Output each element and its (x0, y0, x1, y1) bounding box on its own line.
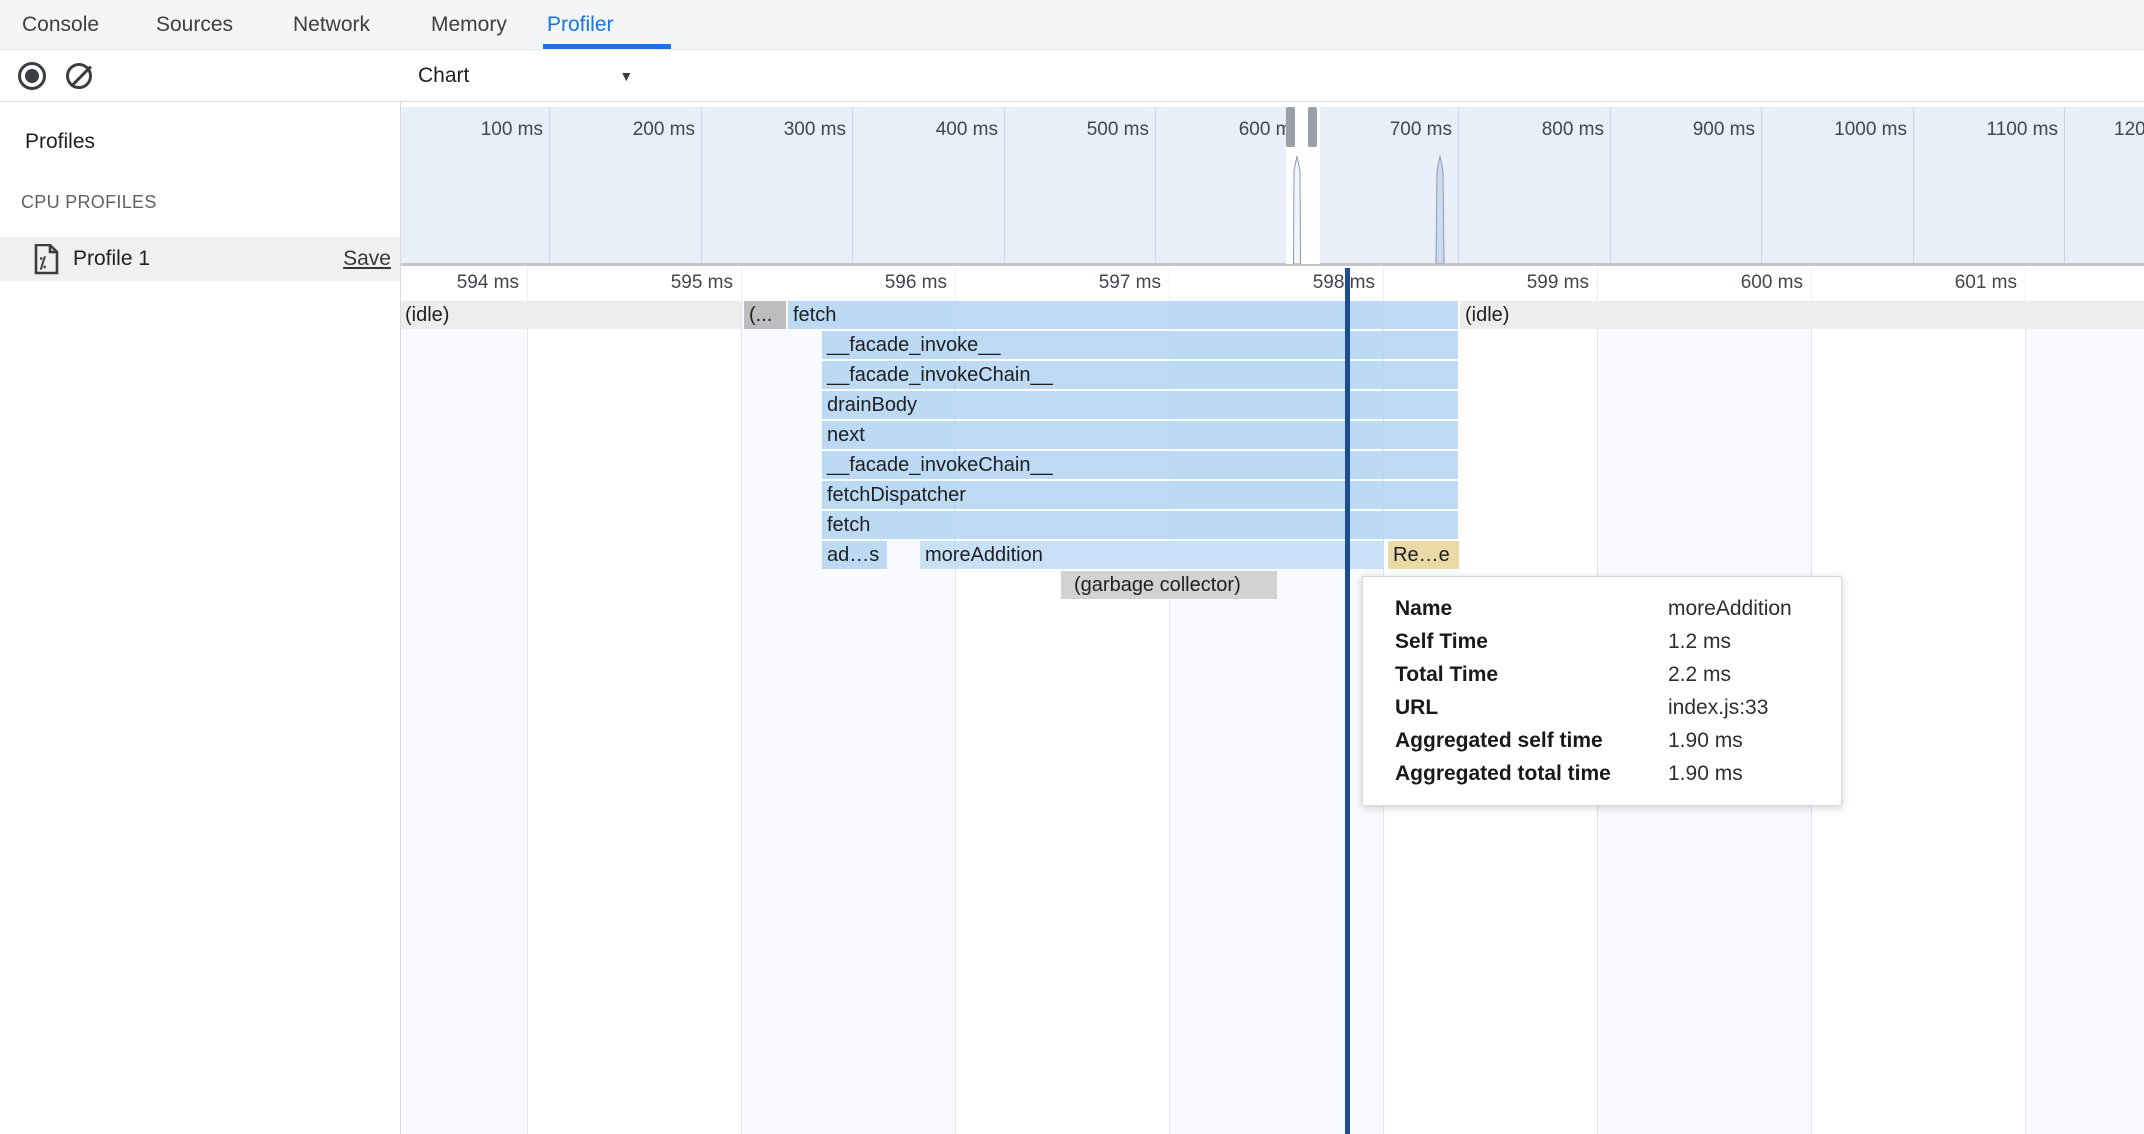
cpu-activity-spike (1434, 155, 1446, 264)
flame-frame[interactable]: ad…s (822, 541, 887, 569)
tooltip-row-label: Name (1395, 592, 1668, 625)
tooltip-row-value: index.js:33 (1668, 691, 1821, 724)
time-ruler: 594 ms 595 ms 596 ms 597 ms 598 ms 599 ms 600 … (400, 266, 2144, 300)
tooltip-row-label: Self Time (1395, 625, 1668, 658)
tab-sources[interactable]: Sources (156, 0, 233, 49)
flame-chart-panel: 100 ms200 ms300 ms400 ms500 ms600 ms700 … (400, 0, 2144, 1134)
flame-frame[interactable]: next (822, 421, 1458, 449)
tooltip-row: Aggregated total time1.90 ms (1395, 757, 1821, 790)
cpu-profiles-section-label: CPU PROFILES (21, 192, 157, 213)
ruler-gridline (1811, 266, 1812, 300)
flame-frame[interactable]: drainBody (822, 391, 1458, 419)
profiles-heading: Profiles (25, 130, 95, 154)
ruler-gridline (741, 266, 742, 300)
flame-frame[interactable]: fetch (788, 301, 1458, 329)
flame-chart[interactable]: (idle)(...fetch(idle)__facade_invoke____… (400, 300, 2144, 1134)
flame-column-tint (2025, 300, 2144, 1134)
flame-gridline (741, 300, 742, 1134)
ruler-tick-label: 600 ms (1653, 271, 1803, 295)
profiler-toolbar: Chart ▼ (0, 50, 2144, 102)
tooltip-row-label: Aggregated total time (1395, 757, 1668, 790)
flame-frame[interactable]: __facade_invokeChain__ (822, 361, 1458, 389)
tab-console[interactable]: Console (22, 0, 99, 49)
ruler-tick-label: 597 ms (1011, 271, 1161, 295)
save-profile-link[interactable]: Save (343, 237, 391, 281)
ruler-gridline (1383, 266, 1384, 300)
clear-profiles-button[interactable] (66, 63, 92, 89)
overview-gridline (2064, 107, 2065, 264)
profile-document-icon: ⁒ (34, 244, 59, 275)
ruler-tick-label: 594 ms (400, 271, 519, 295)
tooltip-row-label: URL (1395, 691, 1668, 724)
ruler-gridline (527, 266, 528, 300)
flame-frame[interactable]: fetchDispatcher (822, 481, 1458, 509)
flame-gridline (2025, 300, 2026, 1134)
ruler-tick-label: 599 ms (1439, 271, 1589, 295)
ruler-tick-label: 601 ms (1867, 271, 2017, 295)
flame-frame[interactable]: (garbage collector) (1061, 571, 1277, 599)
view-mode-select[interactable]: Chart ▼ (418, 50, 633, 101)
devtools-window: ConsoleSourcesNetworkMemoryProfiler Char… (0, 0, 2144, 1134)
selection-handle-right[interactable] (1308, 107, 1317, 147)
playhead-line[interactable] (1345, 268, 1350, 1134)
tooltip-row: URLindex.js:33 (1395, 691, 1821, 724)
dropdown-caret-icon: ▼ (619, 51, 633, 102)
overview-tick-label: 400 ms (848, 118, 998, 142)
tooltip-row: Total Time2.2 ms (1395, 658, 1821, 691)
ruler-gridline (1597, 266, 1598, 300)
flame-gridline (527, 300, 528, 1134)
frame-tooltip: NamemoreAdditionSelf Time1.2 msTotal Tim… (1362, 576, 1842, 806)
timeline-overview[interactable]: 100 ms200 ms300 ms400 ms500 ms600 ms700 … (400, 107, 2144, 264)
profiles-sidebar: Profiles CPU PROFILES ⁒ Profile 1 Save (0, 102, 400, 1134)
tooltip-row-value: 2.2 ms (1668, 658, 1821, 691)
svg-text:⁒: ⁒ (39, 255, 46, 272)
ruler-tick-label: 596 ms (797, 271, 947, 295)
overview-tick-label: 900 ms (1605, 118, 1755, 142)
flame-frame[interactable]: __facade_invokeChain__ (822, 451, 1458, 479)
profile-name: Profile 1 (73, 237, 150, 281)
ruler-gridline (2025, 266, 2026, 300)
tooltip-row: Aggregated self time1.90 ms (1395, 724, 1821, 757)
tooltip-row-value: 1.90 ms (1668, 757, 1821, 790)
flame-column-tint (400, 300, 527, 1134)
tab-network[interactable]: Network (293, 0, 370, 49)
overview-tick-label: 600 ms (1151, 118, 1301, 142)
flame-frame[interactable]: (... (744, 301, 786, 329)
ruler-tick-label: 598 ms (1225, 271, 1375, 295)
tooltip-row-value: moreAddition (1668, 592, 1821, 625)
ruler-gridline (1169, 266, 1170, 300)
selection-handle-left[interactable] (1286, 107, 1295, 147)
overview-tick-label: 1100 ms (1908, 118, 2058, 142)
flame-frame[interactable]: __facade_invoke__ (822, 331, 1458, 359)
ruler-tick-label: 595 ms (583, 271, 733, 295)
ruler-gridline (955, 266, 956, 300)
overview-tick-label: 800 ms (1454, 118, 1604, 142)
overview-tick-label: 300 ms (696, 118, 846, 142)
sidebar-divider (400, 49, 401, 1134)
record-profile-button[interactable] (18, 62, 46, 90)
flame-frame[interactable]: (idle) (1460, 301, 2144, 329)
tooltip-row: Self Time1.2 ms (1395, 625, 1821, 658)
profile-list-item[interactable]: ⁒ Profile 1 Save (0, 237, 400, 281)
overview-tick-label: 700 ms (1302, 118, 1452, 142)
overview-tick-label: 200 ms (545, 118, 695, 142)
overview-tick-label: 100 ms (400, 118, 543, 142)
tooltip-row-label: Total Time (1395, 658, 1668, 691)
tooltip-row: NamemoreAddition (1395, 592, 1821, 625)
tooltip-row-value: 1.2 ms (1668, 625, 1821, 658)
flame-frame[interactable]: (idle) (400, 301, 741, 329)
overview-tick-label: 1200 ms (2114, 118, 2144, 142)
tooltip-row-value: 1.90 ms (1668, 724, 1821, 757)
overview-tick-label: 500 ms (999, 118, 1149, 142)
cpu-activity-spike (1291, 155, 1303, 264)
flame-frame[interactable]: moreAddition (920, 541, 1384, 569)
flame-frame[interactable]: Re…e (1388, 541, 1459, 569)
overview-tick-label: 1000 ms (1757, 118, 1907, 142)
view-mode-label: Chart (418, 64, 469, 87)
tooltip-row-label: Aggregated self time (1395, 724, 1668, 757)
flame-frame[interactable]: fetch (822, 511, 1458, 539)
